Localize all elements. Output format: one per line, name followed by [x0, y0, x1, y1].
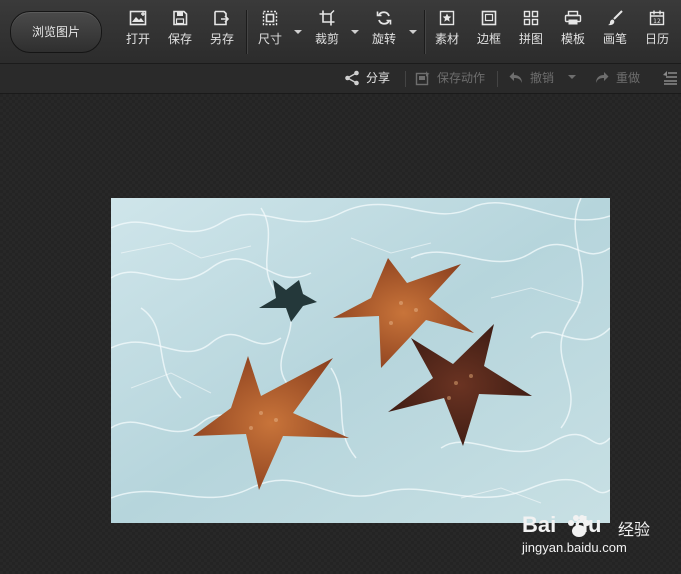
border-frame-icon [481, 10, 497, 26]
secondary-toolbar: 分享 保存动作 撤销 重做 [0, 64, 681, 94]
crop-icon [319, 10, 335, 26]
star-material-icon [439, 10, 455, 26]
watermark-url: jingyan.baidu.com [522, 540, 627, 555]
material-button[interactable]: 素材 [427, 10, 467, 56]
save-label: 保存 [167, 32, 192, 46]
open-label: 打开 [125, 32, 150, 46]
border-button[interactable]: 边框 [469, 10, 509, 56]
share-button[interactable]: 分享 [344, 70, 396, 86]
undo-dropdown-caret[interactable] [568, 75, 576, 79]
rotate-label: 旋转 [371, 32, 396, 46]
save-as-icon [214, 10, 230, 26]
watermark-name: 经验 [618, 520, 651, 539]
history-list-button[interactable] [662, 70, 680, 86]
share-icon [345, 70, 359, 86]
border-label: 边框 [476, 32, 501, 46]
template-label: 模板 [560, 32, 585, 46]
history-list-icon [663, 71, 677, 85]
redo-label: 重做 [616, 71, 641, 85]
open-image-icon [129, 10, 147, 26]
template-button[interactable]: 模板 [553, 10, 593, 56]
calendar-button[interactable]: 12 日历 [637, 10, 677, 56]
save-as-label: 另存 [209, 32, 234, 46]
save-action-label: 保存动作 [437, 71, 486, 85]
subbar-divider [405, 71, 406, 87]
undo-button[interactable]: 撤销 [508, 70, 558, 86]
save-action-icon [415, 71, 430, 86]
rotate-icon [376, 11, 392, 25]
save-icon [173, 10, 188, 26]
toolbar-divider [424, 10, 425, 54]
browse-images-button[interactable]: 浏览图片 [10, 11, 102, 53]
template-printer-icon [564, 10, 582, 25]
baidu-jingyan-watermark: Bai du 经验 jingyan.baidu.com [522, 512, 672, 562]
redo-icon [596, 72, 609, 83]
brush-icon [608, 10, 623, 26]
main-toolbar: 浏览图片 打开 保存 另存 尺寸 裁剪 旋转 素材 边框 拼图 模板 画笔 12… [0, 0, 681, 64]
calendar-icon: 12 [649, 10, 665, 26]
open-button[interactable]: 打开 [118, 10, 158, 56]
crop-button[interactable]: 裁剪 [307, 10, 347, 56]
size-button[interactable]: 尺寸 [250, 10, 290, 56]
collage-button[interactable]: 拼图 [511, 10, 551, 56]
paw-icon [568, 515, 590, 537]
calendar-label: 日历 [644, 32, 669, 46]
toolbar-divider [246, 10, 247, 54]
collage-label: 拼图 [518, 32, 543, 46]
redo-button[interactable]: 重做 [594, 70, 644, 86]
material-label: 素材 [434, 32, 459, 46]
save-action-button[interactable]: 保存动作 [415, 70, 489, 86]
brush-button[interactable]: 画笔 [595, 10, 635, 56]
starfish-photo [111, 198, 610, 523]
undo-label: 撤销 [530, 71, 555, 85]
size-label: 尺寸 [257, 32, 282, 46]
resize-icon [262, 10, 278, 26]
size-dropdown-caret[interactable] [294, 30, 302, 34]
rotate-dropdown-caret[interactable] [409, 30, 417, 34]
crop-label: 裁剪 [314, 32, 339, 46]
share-label: 分享 [366, 71, 391, 85]
undo-icon [509, 72, 522, 83]
save-as-button[interactable]: 另存 [202, 10, 242, 56]
rotate-button[interactable]: 旋转 [364, 10, 404, 56]
subbar-divider [497, 71, 498, 87]
crop-dropdown-caret[interactable] [351, 30, 359, 34]
brush-label: 画笔 [602, 32, 627, 46]
svg-text:12: 12 [653, 18, 661, 25]
collage-grid-icon [523, 10, 539, 26]
save-button[interactable]: 保存 [160, 10, 200, 56]
